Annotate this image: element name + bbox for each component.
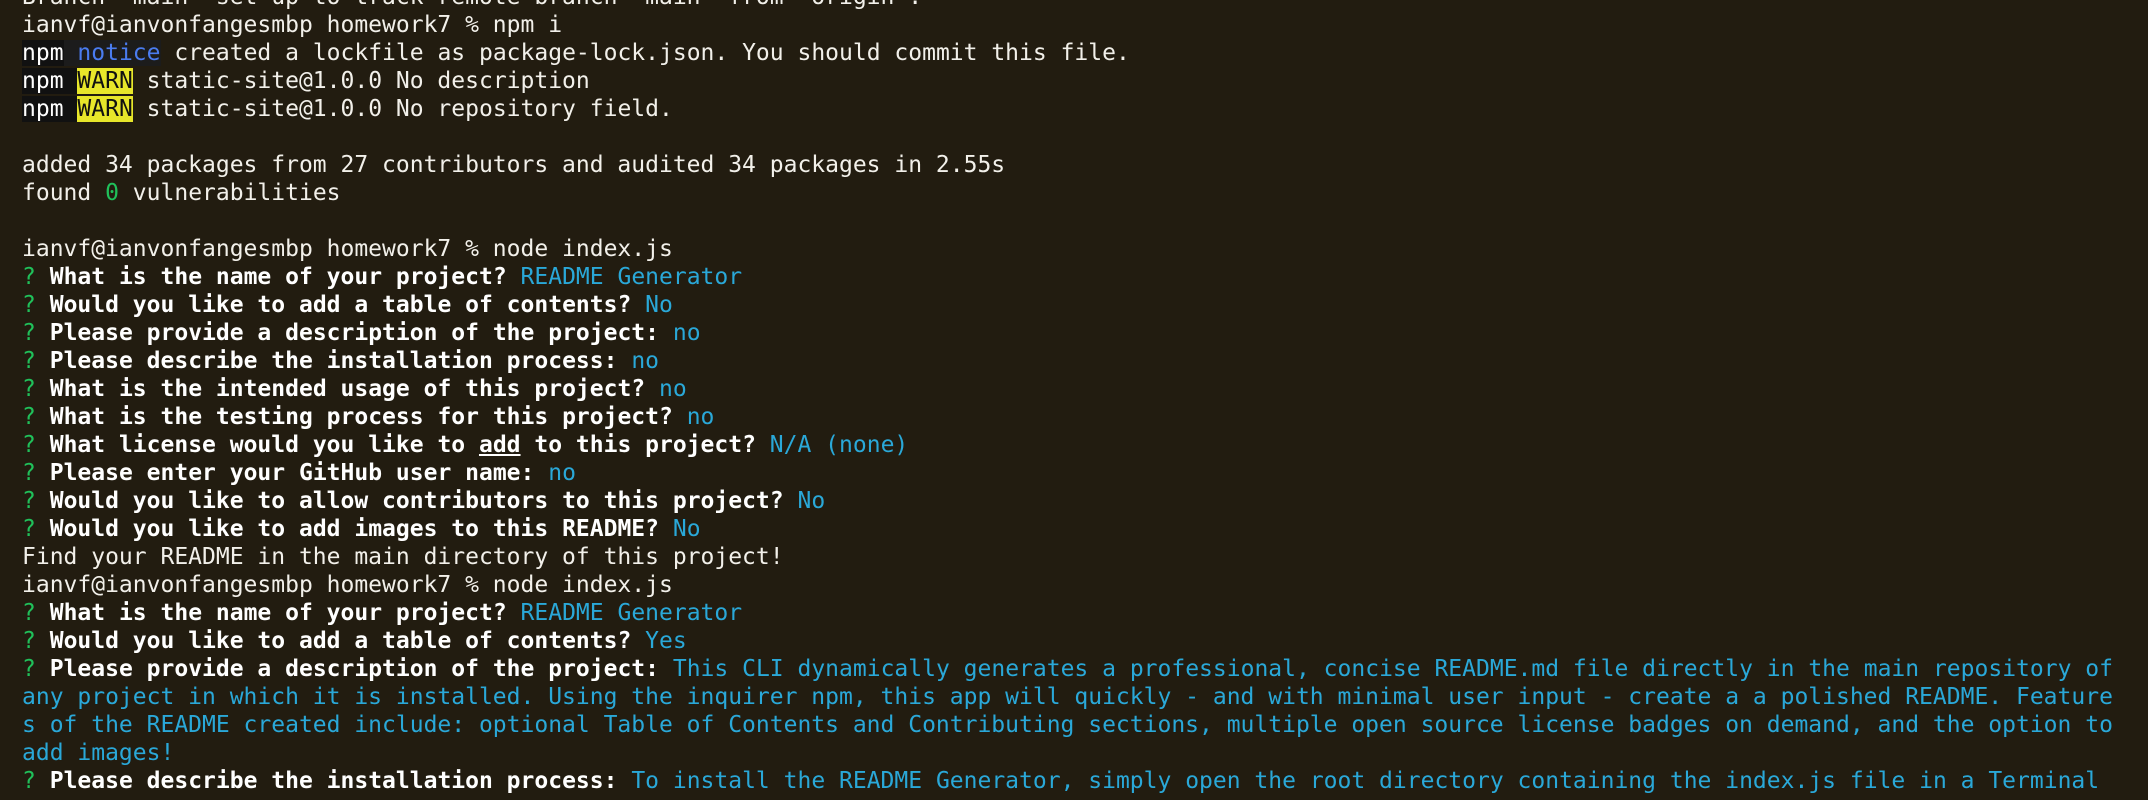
question-text: Please describe the installation process… bbox=[49, 348, 618, 374]
question-mark-icon: ? bbox=[22, 516, 36, 542]
question-mark-icon: ? bbox=[22, 264, 36, 290]
question-mark-icon: ? bbox=[22, 628, 36, 654]
answer-text: To install the README Generator, simply … bbox=[631, 768, 2100, 794]
npm-notice-line: npm notice created a lockfile as package… bbox=[22, 39, 2126, 67]
question-mark-icon: ? bbox=[22, 404, 36, 430]
warn-badge: WARN bbox=[77, 96, 133, 122]
answer-text: N/A (none) bbox=[769, 432, 909, 458]
notice-message: created a lockfile as package-lock.json.… bbox=[160, 40, 1130, 66]
answer-text: README Generator bbox=[520, 600, 743, 626]
answer-text: No bbox=[645, 292, 673, 318]
warn-message: static-site@1.0.0 No repository field. bbox=[132, 96, 673, 122]
question-mark-icon: ? bbox=[22, 292, 36, 318]
inquirer-question-line: ? Would you like to add a table of conte… bbox=[22, 291, 2126, 319]
question-text-part: to this project? bbox=[520, 432, 756, 458]
question-mark-icon: ? bbox=[22, 432, 36, 458]
question-text: Please provide a description of the proj… bbox=[49, 656, 659, 682]
npm-label: npm bbox=[22, 68, 64, 94]
answer-text: No bbox=[672, 516, 701, 542]
inquirer-question-line: ? Please provide a description of the pr… bbox=[22, 319, 2126, 347]
inquirer-question-line: ? Please enter your GitHub user name: no bbox=[22, 459, 2126, 487]
question-text: What license would you like to add to th… bbox=[50, 432, 756, 458]
answer-text: no bbox=[686, 404, 715, 430]
question-text: What is the intended usage of this proje… bbox=[49, 376, 646, 402]
question-text-part: What license would you like to bbox=[49, 432, 479, 458]
inquirer-question-line: ? What is the intended usage of this pro… bbox=[22, 375, 2126, 403]
npm-added-summary: added 34 packages from 27 contributors a… bbox=[22, 152, 1006, 178]
shell-prompt-npm-install: ianvf@ianvonfangesmbp homework7 % npm i bbox=[22, 12, 563, 38]
inquirer-question-line: ? What is the name of your project? READ… bbox=[22, 599, 2126, 627]
question-text: Would you like to add a table of content… bbox=[49, 292, 632, 318]
npm-warn-line: npm WARN static-site@1.0.0 No repository… bbox=[22, 95, 2126, 123]
shell-prompt-node-index: ianvf@ianvonfangesmbp homework7 % node i… bbox=[22, 572, 673, 598]
answer-text: no bbox=[659, 376, 687, 402]
question-mark-icon: ? bbox=[22, 376, 36, 402]
question-text: Would you like to add images to this REA… bbox=[49, 516, 659, 542]
inquirer-question-line: ? Please describe the installation proce… bbox=[22, 347, 2126, 375]
answer-text: no bbox=[672, 320, 701, 346]
branch-output-line: Branch 'main' set up to track remote bra… bbox=[22, 0, 2126, 11]
question-text: What is the testing process for this pro… bbox=[49, 404, 673, 430]
question-text: What is the name of your project? bbox=[49, 600, 507, 626]
question-text: Would you like to add a table of content… bbox=[49, 628, 632, 654]
shell-prompt-node-index: ianvf@ianvonfangesmbp homework7 % node i… bbox=[22, 236, 673, 262]
answer-text: README Generator bbox=[520, 264, 743, 290]
warn-message: static-site@1.0.0 No description bbox=[132, 68, 590, 94]
question-text: What is the name of your project? bbox=[49, 264, 507, 290]
question-mark-icon: ? bbox=[22, 348, 36, 374]
question-mark-icon: ? bbox=[22, 320, 36, 346]
npm-warn-line: npm WARN static-site@1.0.0 No descriptio… bbox=[22, 67, 2126, 95]
inquirer-question-line: ? Please provide a description of the pr… bbox=[22, 655, 2126, 767]
question-text: Please provide a description of the proj… bbox=[49, 320, 659, 346]
question-mark-icon: ? bbox=[22, 656, 36, 682]
inquirer-question-line: ? Would you like to allow contributors t… bbox=[22, 487, 2126, 515]
question-mark-icon: ? bbox=[22, 460, 36, 486]
warn-badge: WARN bbox=[77, 68, 133, 94]
npm-label: npm bbox=[22, 40, 64, 66]
answer-text: Yes bbox=[645, 628, 687, 654]
question-text: Please describe the installation process… bbox=[49, 768, 618, 794]
question-text: Please enter your GitHub user name: bbox=[49, 460, 535, 486]
answer-text: no bbox=[631, 348, 660, 374]
completion-message: Find your README in the main directory o… bbox=[22, 544, 784, 570]
inquirer-question-line: ? Would you like to add images to this R… bbox=[22, 515, 2126, 543]
answer-text: no bbox=[548, 460, 576, 486]
found-prefix: found bbox=[22, 180, 106, 206]
vulnerability-count: 0 bbox=[105, 180, 119, 206]
inquirer-question-line: ? What is the testing process for this p… bbox=[22, 403, 2126, 431]
notice-badge: notice bbox=[77, 40, 161, 66]
vulnerabilities-line: found 0 vulnerabilities bbox=[22, 179, 2126, 207]
question-mark-icon: ? bbox=[22, 600, 36, 626]
question-text: Would you like to allow contributors to … bbox=[49, 488, 784, 514]
inquirer-question-line: ? Would you like to add a table of conte… bbox=[22, 627, 2126, 655]
answer-text: No bbox=[797, 488, 826, 514]
inquirer-question-line: ? What license would you like to add to … bbox=[22, 431, 2126, 459]
underlined-word: add bbox=[478, 432, 521, 458]
npm-label: npm bbox=[22, 96, 64, 122]
terminal-window[interactable]: Branch 'main' set up to track remote bra… bbox=[0, 0, 2148, 800]
found-suffix: vulnerabilities bbox=[118, 180, 341, 206]
inquirer-question-line: ? Please describe the installation proce… bbox=[22, 767, 2126, 795]
inquirer-question-line: ? What is the name of your project? READ… bbox=[22, 263, 2126, 291]
question-mark-icon: ? bbox=[22, 488, 36, 514]
question-mark-icon: ? bbox=[22, 768, 36, 794]
